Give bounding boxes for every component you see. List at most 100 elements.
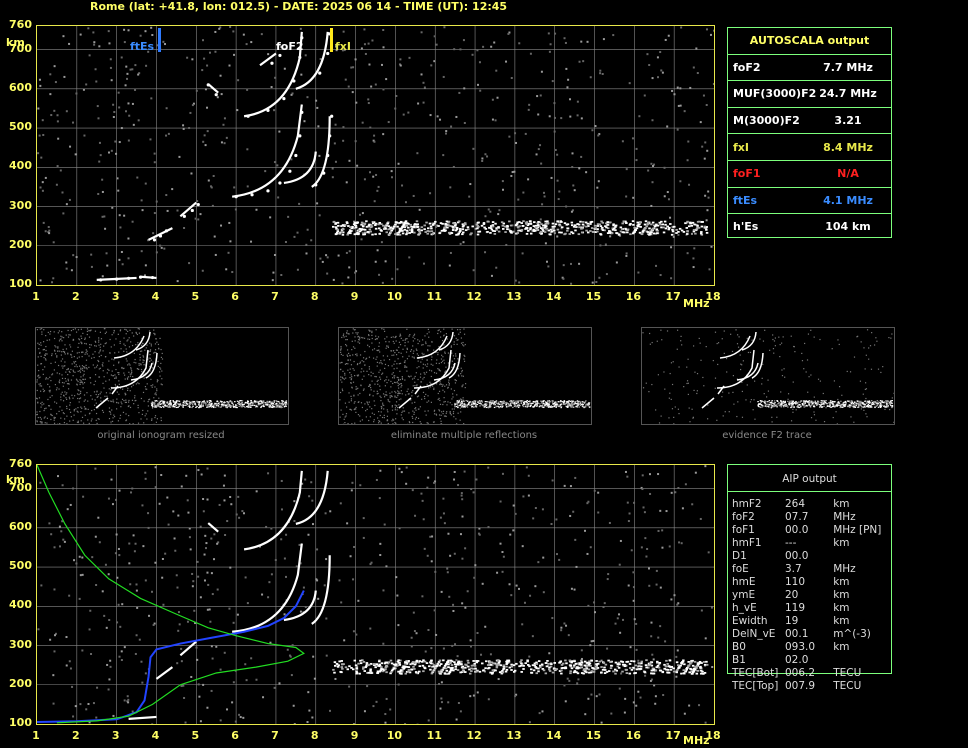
trace-point — [214, 93, 218, 97]
thumb-noise — [42, 388, 44, 390]
noise-dot — [115, 152, 118, 155]
es-band-dot — [405, 229, 409, 232]
thumb-band — [225, 404, 227, 407]
thumb-band — [210, 406, 213, 408]
thumb-noise — [342, 390, 344, 392]
noise-dot — [448, 264, 451, 267]
noise-dot — [345, 251, 348, 254]
noise-dot — [479, 89, 482, 92]
thumb-band — [262, 404, 265, 406]
thumb-noise — [364, 350, 366, 353]
noise-dot — [54, 81, 57, 84]
thumb-band — [515, 402, 518, 405]
es-band-dot — [632, 223, 635, 226]
thumb-noise — [359, 392, 361, 395]
noise-dot — [234, 208, 237, 211]
thumb-band — [466, 406, 469, 408]
es-band-dot — [425, 221, 428, 224]
thumb-band — [256, 400, 258, 402]
noise-dot — [280, 508, 283, 511]
grid — [37, 465, 714, 724]
thumb-noise — [747, 351, 750, 354]
thumb-noise — [651, 341, 653, 344]
thumb-noise — [131, 370, 133, 372]
thumb-noise — [103, 387, 105, 389]
thumb-noise — [722, 415, 724, 417]
noise-dot — [494, 119, 497, 122]
noise-dot — [408, 229, 411, 232]
thumb-noise — [74, 395, 76, 397]
thumb-band — [863, 405, 866, 407]
thumb-noise — [393, 375, 395, 377]
thumb-noise — [40, 385, 43, 387]
es-band-dot — [525, 221, 529, 223]
noise-dot — [407, 111, 410, 114]
thumb-noise — [450, 346, 452, 348]
thumb-noise — [838, 343, 840, 346]
noise-dot — [650, 162, 653, 165]
thumb-noise — [795, 409, 797, 411]
thumb-band — [172, 401, 175, 403]
thumb-band — [258, 403, 260, 405]
thumb-band — [852, 406, 855, 409]
thumb-band — [863, 406, 866, 409]
thumb-noise — [442, 389, 444, 391]
noise-dot — [214, 253, 217, 256]
thumb-noise — [350, 378, 353, 380]
thumb-noise — [93, 391, 96, 393]
thumb-noise — [349, 376, 351, 379]
noise-dot — [52, 241, 55, 244]
thumb-noise — [75, 364, 77, 366]
thumb-noise — [41, 331, 43, 333]
thumb-noise — [356, 333, 358, 335]
thumb-band — [830, 400, 833, 402]
thumb-noise — [115, 368, 117, 371]
noise-dot — [128, 542, 131, 545]
thumb-noise — [372, 372, 374, 375]
thumb-noise — [90, 329, 92, 331]
noise-dot — [596, 206, 599, 209]
thumb-noise — [863, 409, 865, 411]
thumb-noise — [389, 401, 391, 403]
thumb-noise — [123, 337, 125, 339]
x-tick-label: 14 — [546, 290, 562, 303]
trace-point — [152, 238, 157, 242]
thumb-noise — [349, 368, 351, 370]
thumb-noise — [113, 332, 115, 334]
thumb-band — [889, 402, 892, 404]
thumb-noise — [90, 344, 92, 346]
thumb-noise — [670, 398, 672, 401]
thumb-noise — [123, 399, 125, 402]
thumb-noise — [443, 397, 445, 399]
noise-dot — [176, 586, 179, 589]
thumb-band — [870, 405, 872, 407]
noise-dot — [52, 674, 55, 677]
thumb-band — [780, 406, 783, 408]
thumb-band — [804, 402, 806, 405]
noise-dot — [445, 130, 448, 133]
thumb-band — [477, 400, 479, 402]
noise-dot — [705, 104, 708, 107]
thumb-band — [250, 400, 252, 402]
thumb-noise — [459, 419, 461, 421]
thumb-band — [825, 400, 827, 402]
noise-dot — [189, 111, 192, 114]
noise-dot — [589, 76, 592, 79]
thumb-noise — [432, 385, 434, 387]
thumb-band — [220, 401, 223, 403]
thumb-noise — [463, 358, 465, 360]
thumb-noise — [344, 402, 347, 404]
noise-dot — [227, 251, 230, 254]
thumb-noise — [130, 341, 132, 343]
thumb-band — [231, 401, 233, 403]
es-band-dot — [497, 226, 500, 228]
thumb-noise — [115, 338, 117, 340]
thumb-noise — [50, 413, 52, 415]
thumb-band — [782, 400, 785, 402]
thumb-noise — [396, 396, 398, 399]
noise-dot — [333, 142, 336, 145]
thumb-noise — [399, 370, 401, 372]
noise-dot — [214, 30, 217, 33]
thumb-noise — [46, 422, 48, 424]
thumb-noise — [779, 356, 781, 358]
